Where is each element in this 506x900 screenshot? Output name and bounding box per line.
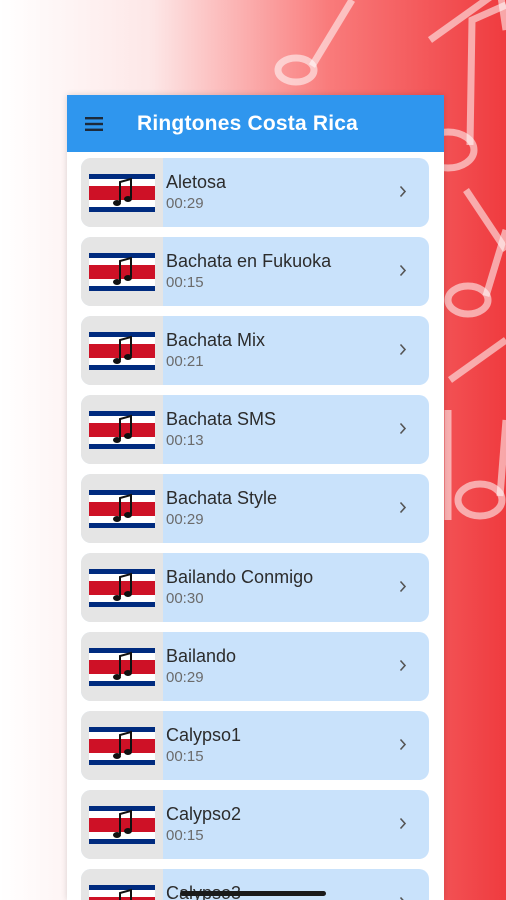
ringtone-item[interactable]: Bachata SMS 00:13	[81, 395, 429, 464]
chevron-right-icon	[399, 264, 407, 277]
costa-rica-flag-music-note-icon	[81, 711, 163, 780]
app-bar: Ringtones Costa Rica	[67, 95, 444, 152]
ringtone-item[interactable]: Bachata en Fukuoka 00:15	[81, 237, 429, 306]
ringtone-duration: 00:30	[166, 590, 204, 607]
ringtone-item[interactable]: Bailando Conmigo 00:30	[81, 553, 429, 622]
ringtone-item[interactable]: Bachata Style 00:29	[81, 474, 429, 543]
ringtone-name: Bachata Style	[166, 488, 278, 508]
ringtone-duration: 00:29	[166, 195, 204, 212]
chevron-right-icon	[399, 185, 407, 198]
ringtone-name: Aletosa	[166, 172, 227, 192]
costa-rica-flag-music-note-icon	[81, 553, 163, 622]
chevron-right-icon	[399, 738, 407, 751]
ringtone-duration: 00:15	[166, 748, 204, 765]
chevron-right-icon	[399, 501, 407, 514]
ringtone-name: Bachata en Fukuoka	[166, 251, 332, 271]
costa-rica-flag-music-note-icon	[81, 474, 163, 543]
ringtone-name: Bachata SMS	[166, 409, 277, 429]
chevron-right-icon	[399, 580, 407, 593]
ringtone-name: Bailando Conmigo	[166, 567, 314, 587]
costa-rica-flag-music-note-icon	[81, 632, 163, 701]
ringtone-name: Bailando	[166, 646, 237, 666]
ringtone-duration: 00:21	[166, 353, 204, 370]
ringtone-item[interactable]: Calypso2 00:15	[81, 790, 429, 859]
chevron-right-icon	[399, 422, 407, 435]
hamburger-menu-icon[interactable]	[67, 95, 121, 152]
ringtone-item[interactable]: Calypso1 00:15	[81, 711, 429, 780]
chevron-right-icon	[399, 896, 404, 900]
ringtone-duration: 00:29	[166, 511, 204, 528]
costa-rica-flag-music-note-icon	[81, 869, 163, 900]
ringtone-name: Bachata Mix	[166, 330, 266, 350]
ringtone-item[interactable]: Bailando 00:29	[81, 632, 429, 701]
chevron-right-icon	[399, 343, 407, 356]
ringtone-name: Calypso2	[166, 804, 242, 824]
app-window: Ringtones Costa Rica Aletosa 00:29 Bacha…	[67, 95, 444, 900]
ringtone-duration: 00:13	[166, 432, 204, 449]
costa-rica-flag-music-note-icon	[81, 237, 163, 306]
ringtone-name: Calypso1	[166, 725, 242, 745]
ringtone-duration: 00:15	[166, 827, 204, 844]
app-title: Ringtones Costa Rica	[137, 112, 359, 135]
ringtone-duration: 00:29	[166, 669, 204, 686]
costa-rica-flag-music-note-icon	[81, 158, 163, 227]
costa-rica-flag-music-note-icon	[81, 790, 163, 859]
ringtone-item[interactable]: Aletosa 00:29	[81, 158, 429, 227]
home-indicator[interactable]	[180, 891, 326, 896]
ringtone-duration: 00:15	[166, 274, 204, 291]
chevron-right-icon	[399, 659, 407, 672]
costa-rica-flag-music-note-icon	[81, 395, 163, 464]
chevron-right-icon	[399, 817, 407, 830]
ringtone-item[interactable]: Bachata Mix 00:21	[81, 316, 429, 385]
costa-rica-flag-music-note-icon	[81, 316, 163, 385]
